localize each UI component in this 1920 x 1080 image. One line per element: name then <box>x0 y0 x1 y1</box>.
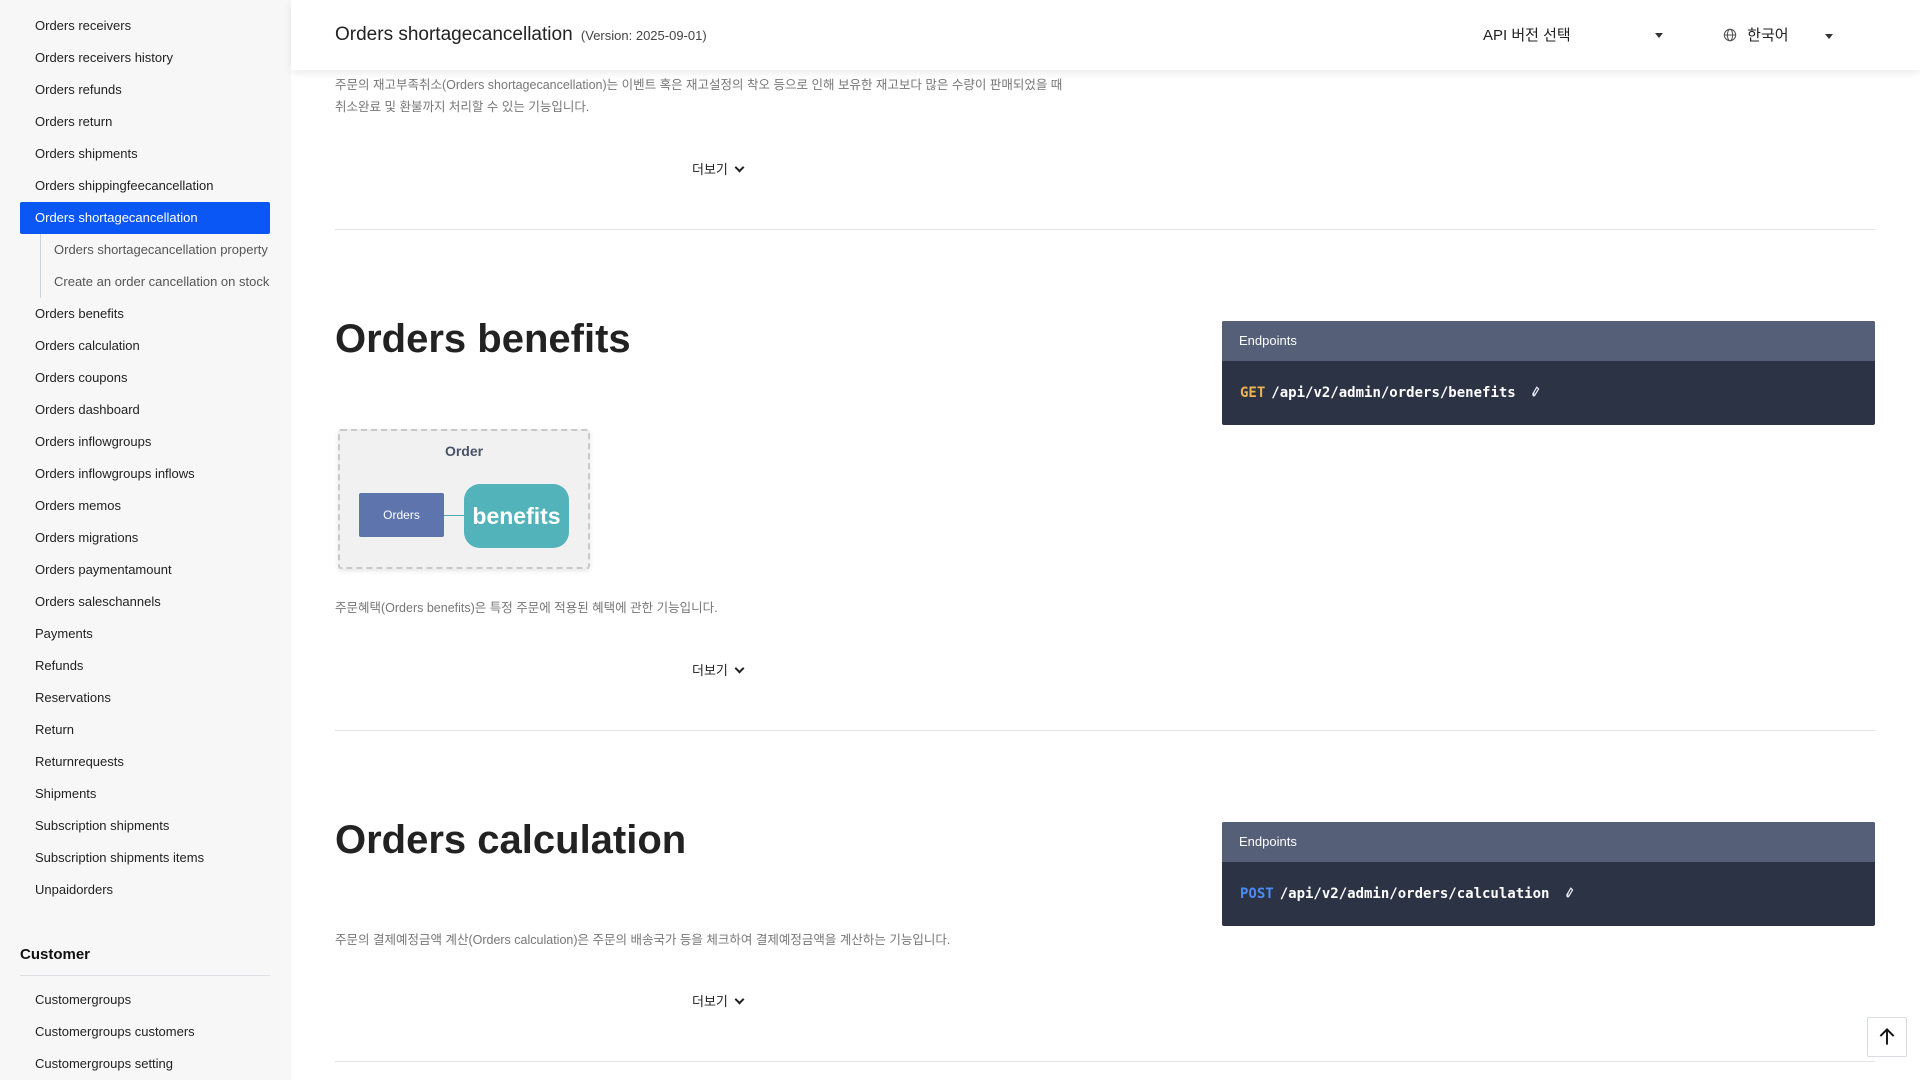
page-title: Orders shortagecancellation (Version: 20… <box>335 24 707 46</box>
endpoint-row[interactable]: POST/api/v2/admin/orders/calculation <box>1222 862 1875 926</box>
sidebar-item-returnrequests[interactable]: Returnrequests <box>0 746 291 778</box>
sidebar-subitem-property-list[interactable]: Orders shortagecancellation property lis… <box>0 234 270 266</box>
more-button-calculation[interactable]: 더보기 <box>692 991 745 1010</box>
sidebar-subitem-create-cancellation[interactable]: Create an order cancellation on stock sh… <box>0 266 270 298</box>
link-icon[interactable] <box>1564 886 1575 900</box>
shortage-description-line1: 주문의 재고부족취소(Orders shortagecancellation)는… <box>335 78 1063 92</box>
scroll-to-top-button[interactable] <box>1867 1017 1907 1057</box>
sidebar-item-orders-refunds[interactable]: Orders refunds <box>0 74 291 106</box>
sidebar-item-orders-benefits[interactable]: Orders benefits <box>0 298 291 330</box>
chevron-down-icon <box>734 994 745 1005</box>
chevron-down-icon <box>1825 34 1833 39</box>
sidebar-list: Orders receivers Orders receivers histor… <box>0 0 291 906</box>
shortage-description-line2: 취소완료 및 환불까지 처리할 수 있는 기능입니다. <box>335 100 590 114</box>
section-divider <box>335 229 1875 230</box>
more-button-shortage[interactable]: 더보기 <box>692 159 745 178</box>
sidebar-item-orders-receivers[interactable]: Orders receivers <box>0 10 291 42</box>
diagram-title: Order <box>444 443 484 459</box>
sidebar-item-payments[interactable]: Payments <box>0 618 291 650</box>
link-icon[interactable] <box>1530 385 1541 399</box>
diagram-connector <box>444 515 464 516</box>
sidebar-item-unpaidorders[interactable]: Unpaidorders <box>0 874 291 906</box>
sidebar-item-refunds[interactable]: Refunds <box>0 650 291 682</box>
page-version: (Version: 2025-09-01) <box>580 28 707 43</box>
arrow-up-icon <box>1879 1028 1895 1045</box>
more-button-label: 더보기 <box>692 162 728 177</box>
sidebar-item-return[interactable]: Return <box>0 714 291 746</box>
sidebar-section-customer: Customer <box>20 946 91 963</box>
sidebar-item-orders-memos[interactable]: Orders memos <box>0 490 291 522</box>
sidebar-item-orders-shortagecancellation[interactable]: Orders shortagecancellation <box>20 202 270 234</box>
sidebar-item-reservations[interactable]: Reservations <box>0 682 291 714</box>
sidebar-item-orders-inflowgroups-inflows[interactable]: Orders inflowgroups inflows <box>0 458 291 490</box>
benefits-description: 주문혜택(Orders benefits)은 특정 주문에 적용된 혜택에 관한… <box>335 601 718 615</box>
sidebar-item-orders-shippingfeecancellation[interactable]: Orders shippingfeecancellation <box>0 170 291 202</box>
section-title-orders-calculation: Orders calculation <box>335 818 687 862</box>
shortage-description: 주문의 재고부족취소(Orders shortagecancellation)는… <box>335 74 1062 118</box>
sidebar-item-orders-dashboard[interactable]: Orders dashboard <box>0 394 291 426</box>
sidebar-item-customergroups[interactable]: Customergroups <box>0 984 291 1016</box>
sidebar-item-orders-paymentamount[interactable]: Orders paymentamount <box>0 554 291 586</box>
sidebar-item-subscription-shipments[interactable]: Subscription shipments <box>0 810 291 842</box>
language-select-label: 한국어 <box>1747 27 1789 44</box>
endpoint-path: /api/v2/admin/orders/benefits <box>1271 385 1516 401</box>
orders-benefits-diagram: Order Orders benefits <box>338 429 590 569</box>
endpoints-box-calculation: Endpoints POST/api/v2/admin/orders/calcu… <box>1222 822 1875 926</box>
sidebar-item-shipments[interactable]: Shipments <box>0 778 291 810</box>
globe-icon <box>1723 28 1737 42</box>
sidebar-item-orders-return[interactable]: Orders return <box>0 106 291 138</box>
calculation-description: 주문의 결제예정금액 계산(Orders calculation)은 주문의 배… <box>335 933 951 947</box>
more-button-label: 더보기 <box>692 994 728 1009</box>
sidebar-item-orders-coupons[interactable]: Orders coupons <box>0 362 291 394</box>
sidebar-item-orders-saleschannels[interactable]: Orders saleschannels <box>0 586 291 618</box>
sidebar-item-customergroups-setting[interactable]: Customergroups setting <box>0 1048 291 1080</box>
sidebar-nav: Orders receivers Orders receivers histor… <box>0 0 291 1080</box>
sidebar-item-subscription-shipments-items[interactable]: Subscription shipments items <box>0 842 291 874</box>
page-title-text: Orders shortagecancellation <box>335 24 573 45</box>
top-header: Orders shortagecancellation (Version: 20… <box>291 0 1920 70</box>
endpoint-path: /api/v2/admin/orders/calculation <box>1279 886 1550 902</box>
api-version-select-label: API 버전 선택 <box>1483 27 1571 44</box>
api-version-select[interactable]: API 버전 선택 <box>1483 24 1663 45</box>
diagram-node-benefits: benefits <box>464 484 569 548</box>
sidebar-item-orders-shipments[interactable]: Orders shipments <box>0 138 291 170</box>
section-divider <box>335 730 1875 731</box>
sidebar-customer-list: Customergroups Customergroups customers … <box>0 984 291 1080</box>
chevron-down-icon <box>734 663 745 674</box>
sidebar-item-customergroups-customers[interactable]: Customergroups customers <box>0 1016 291 1048</box>
sidebar-item-orders-calculation[interactable]: Orders calculation <box>0 330 291 362</box>
chevron-down-icon <box>734 162 745 173</box>
more-button-label: 더보기 <box>692 663 728 678</box>
endpoints-header: Endpoints <box>1222 822 1875 862</box>
section-title-orders-benefits: Orders benefits <box>335 317 631 361</box>
sidebar-divider <box>20 975 270 976</box>
sidebar-item-orders-inflowgroups[interactable]: Orders inflowgroups <box>0 426 291 458</box>
chevron-down-icon <box>1655 33 1663 38</box>
sidebar-item-orders-receivers-history[interactable]: Orders receivers history <box>0 42 291 74</box>
language-select[interactable]: 한국어 <box>1723 24 1833 45</box>
diagram-node-orders: Orders <box>359 493 444 537</box>
endpoints-header: Endpoints <box>1222 321 1875 361</box>
more-button-benefits[interactable]: 더보기 <box>692 660 745 679</box>
section-divider <box>335 1061 1875 1062</box>
sidebar-item-orders-migrations[interactable]: Orders migrations <box>0 522 291 554</box>
http-method: POST <box>1240 886 1274 902</box>
endpoint-row[interactable]: GET/api/v2/admin/orders/benefits <box>1222 361 1875 425</box>
http-method: GET <box>1240 385 1266 401</box>
endpoints-box-benefits: Endpoints GET/api/v2/admin/orders/benefi… <box>1222 321 1875 425</box>
